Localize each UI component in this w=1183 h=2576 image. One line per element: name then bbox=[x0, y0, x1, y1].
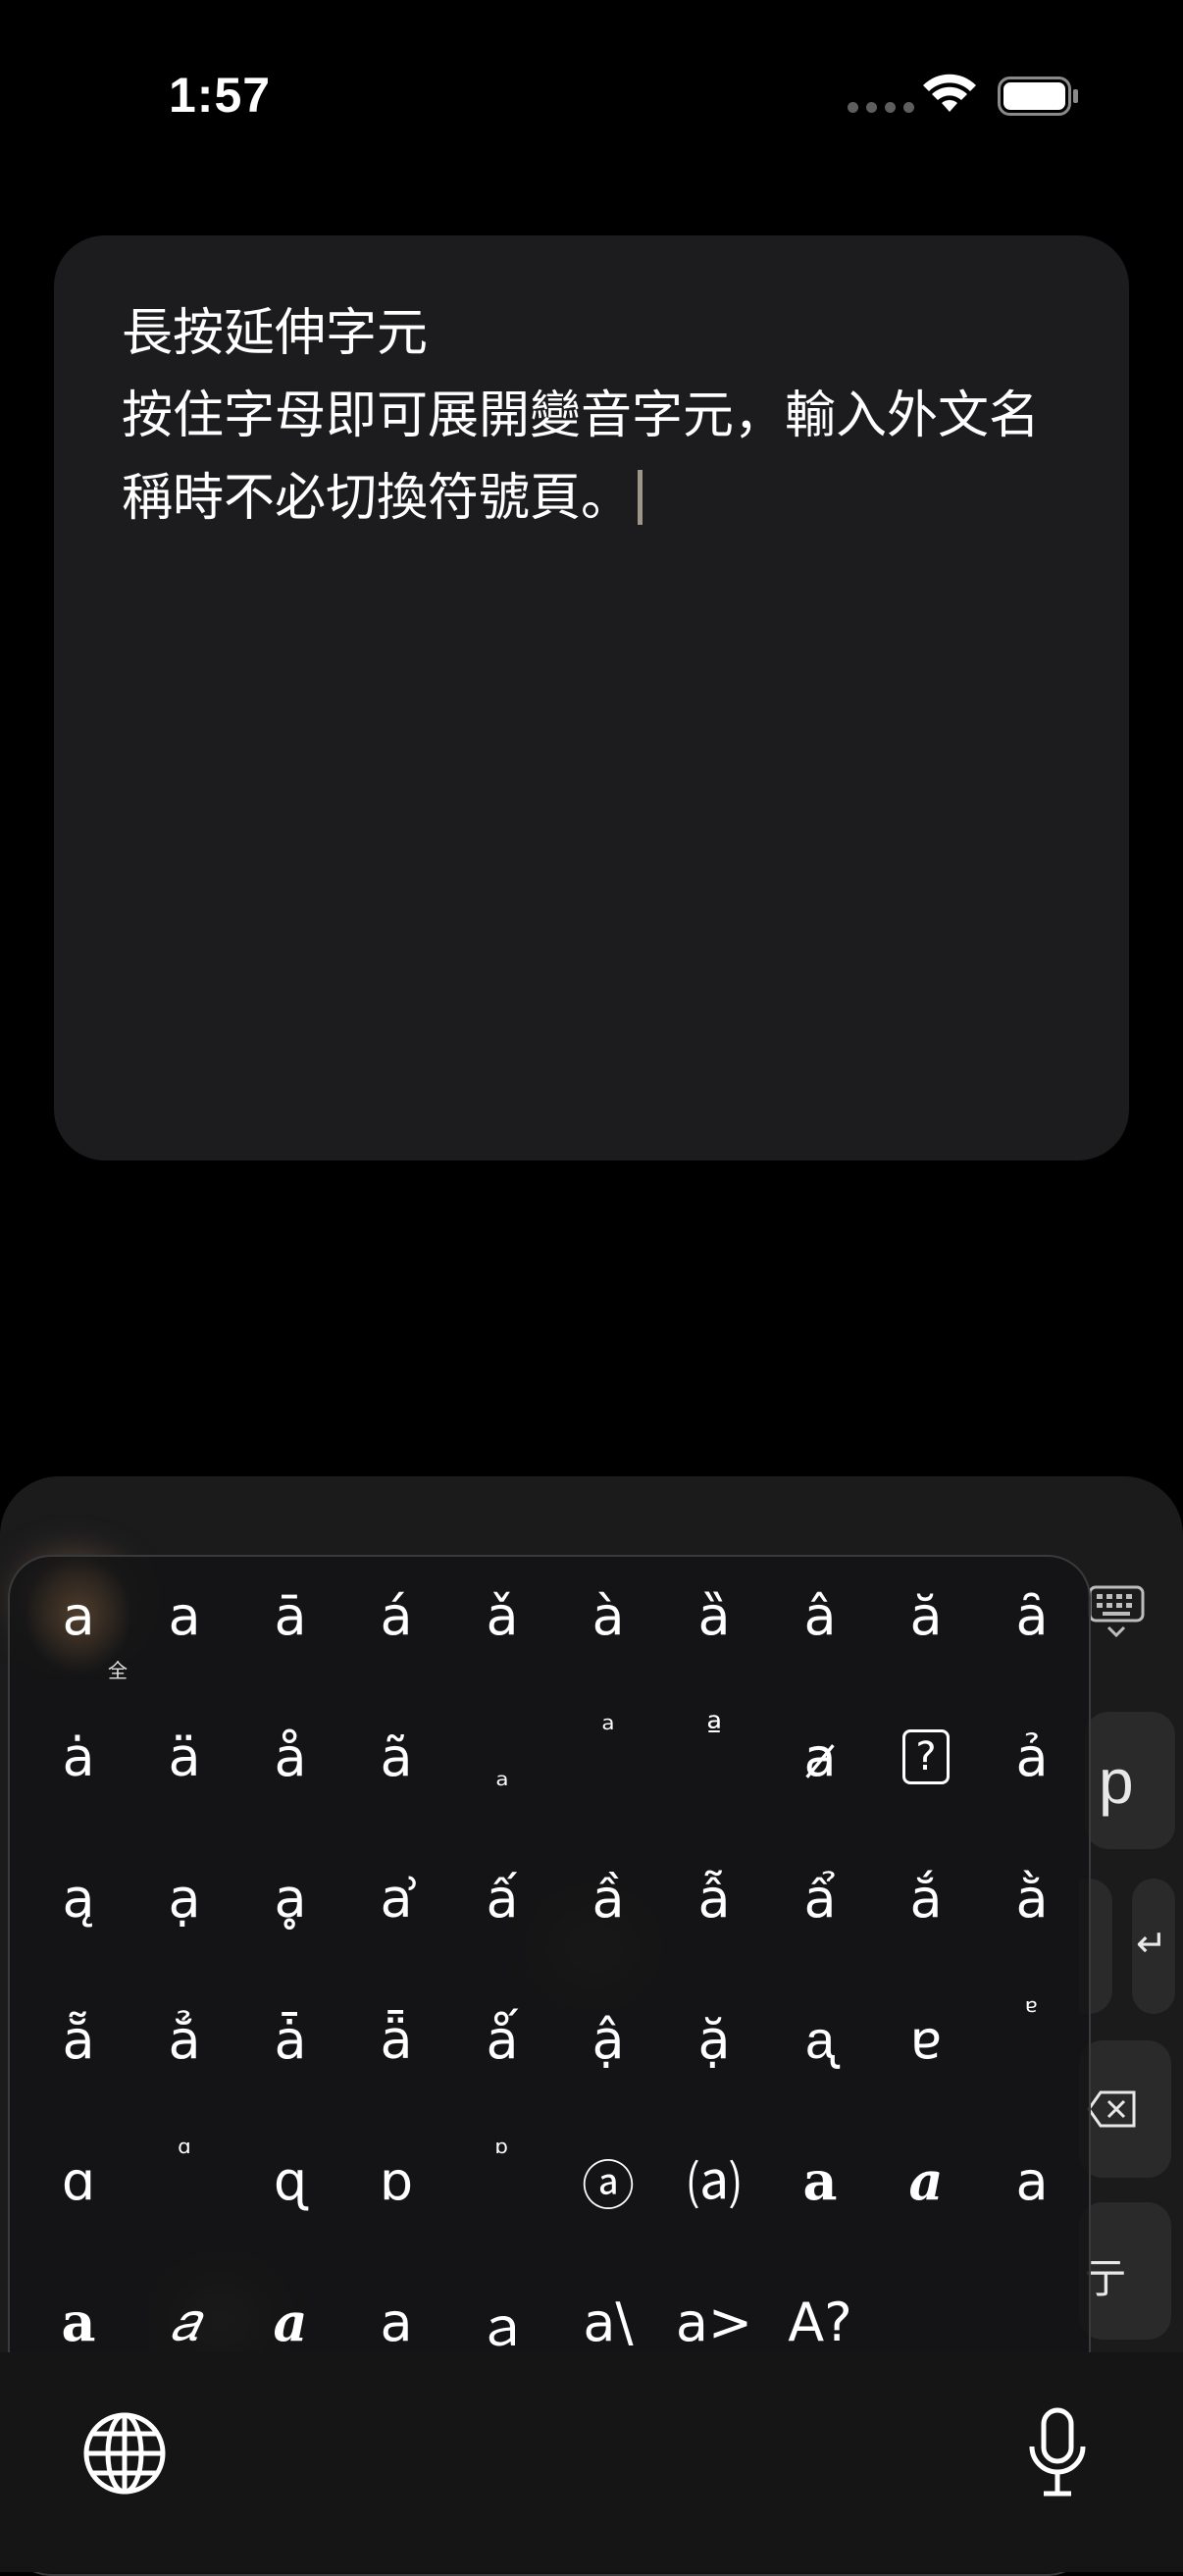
accent-option[interactable]: ḁ bbox=[237, 1839, 343, 1957]
accent-option-subscript[interactable]: ₐ bbox=[449, 1698, 555, 1816]
note-text-content: 長按延伸字元 按住字母即可展開變音字元，輸入外文名稱時不必切換符號頁。 bbox=[122, 304, 1041, 528]
accent-option-parenthesized[interactable]: ⒜ bbox=[661, 2122, 767, 2240]
accent-option[interactable]: ä bbox=[131, 1698, 237, 1816]
accent-option[interactable]: ấ bbox=[449, 1839, 555, 1957]
accent-option-superscript[interactable]: ᵅ bbox=[131, 2122, 237, 2240]
accent-row-3: ą ạ ḁ ẚ ấ ầ ẫ ẩ ắ ằ bbox=[26, 1839, 1089, 1957]
accent-option-ordinal[interactable]: ª bbox=[661, 1698, 767, 1816]
signal-dots-icon bbox=[848, 102, 914, 113]
accent-option[interactable]: ɐ bbox=[873, 1981, 979, 2098]
key-p-label: p bbox=[1099, 1746, 1134, 1817]
accent-row-1: a全 a ā á ǎ à ȁ â ă ȃ bbox=[26, 1557, 1089, 1682]
accent-option[interactable]: ậ bbox=[555, 1981, 661, 2098]
accent-option[interactable]: ẵ bbox=[26, 1981, 131, 2098]
microphone-icon[interactable] bbox=[1026, 2407, 1089, 2498]
wifi-icon bbox=[923, 74, 976, 112]
accent-option[interactable]: ầ bbox=[555, 1839, 661, 1957]
accent-option[interactable]: ȃ bbox=[979, 1557, 1085, 1674]
keyboard-hide-key[interactable] bbox=[1083, 1574, 1183, 1659]
accent-option[interactable]: ẫ bbox=[661, 1839, 767, 1957]
accent-option[interactable]: a bbox=[131, 1557, 237, 1674]
accent-option[interactable]: ằ bbox=[979, 1839, 1085, 1957]
line-key[interactable]: 亍 bbox=[1079, 2202, 1171, 2340]
line-key-label: 亍 bbox=[1085, 2255, 1127, 2301]
return-key[interactable]: ↵ bbox=[1132, 1879, 1175, 2014]
accent-option[interactable]: a bbox=[979, 2122, 1085, 2240]
keyboard-dismiss-icon bbox=[1088, 1585, 1145, 1638]
accent-option-superscript[interactable]: ᶛ bbox=[449, 2122, 555, 2240]
accent-option[interactable]: ắ bbox=[873, 1839, 979, 1957]
accent-option[interactable]: ǡ bbox=[237, 1981, 343, 2098]
accent-option-superscript[interactable]: ᵄ bbox=[979, 1981, 1085, 2098]
note-text: 長按延伸字元 按住字母即可展開變音字元，輸入外文名稱時不必切換符號頁。 bbox=[122, 292, 1063, 540]
accent-option[interactable]: ẚ bbox=[343, 1839, 449, 1957]
accent-option-bold-italic[interactable]: 𝒂 bbox=[873, 2122, 979, 2240]
accent-option[interactable]: ẩ bbox=[767, 1839, 873, 1957]
accent-option-bold[interactable]: 𝐚 bbox=[767, 2122, 873, 2240]
accent-option[interactable]: ả bbox=[979, 1698, 1085, 1816]
accent-option[interactable]: ǟ bbox=[343, 1981, 449, 2098]
accent-option[interactable]: á bbox=[343, 1557, 449, 1674]
accent-option-circled[interactable]: ⓐ bbox=[555, 2122, 661, 2240]
return-icon: ↵ bbox=[1136, 1924, 1167, 1965]
accent-option[interactable]: ã bbox=[343, 1698, 449, 1816]
accent-option[interactable]: ᶏ bbox=[767, 1981, 873, 2098]
accent-option[interactable]: ȧ bbox=[26, 1698, 131, 1816]
circled-glyph: ⓐ bbox=[582, 2154, 635, 2217]
accent-option[interactable]: ⱥ bbox=[767, 1698, 873, 1816]
accent-row-5: ɑ ᵅ ɋ ɒ ᶛ ⓐ ⒜ 𝐚 𝒂 a bbox=[26, 2122, 1089, 2240]
key-p[interactable]: p bbox=[1085, 1712, 1175, 1849]
delete-icon bbox=[1087, 2090, 1136, 2128]
accent-option[interactable]: ặ bbox=[661, 1981, 767, 2098]
note-text-area[interactable]: 長按延伸字元 按住字母即可展開變音字元，輸入外文名稱時不必切換符號頁。 bbox=[54, 235, 1129, 1160]
accent-option[interactable]: ɑ bbox=[26, 2122, 131, 2240]
accent-option[interactable]: â bbox=[767, 1557, 873, 1674]
text-caret bbox=[638, 470, 643, 525]
accent-option[interactable]: ǎ bbox=[449, 1557, 555, 1674]
keyboard-bottom-bar bbox=[0, 2352, 1183, 2572]
status-time: 1:57 bbox=[169, 68, 272, 123]
accent-row-4: ẵ ẳ ǡ ǟ ǻ ậ ặ ᶏ ɐ ᵄ bbox=[26, 1981, 1089, 2098]
accent-option[interactable]: ɋ bbox=[237, 2122, 343, 2240]
accent-option[interactable]: å bbox=[237, 1698, 343, 1816]
accent-option[interactable]: ă bbox=[873, 1557, 979, 1674]
accent-option[interactable]: à bbox=[555, 1557, 661, 1674]
accent-option-superscript[interactable]: ᵃ bbox=[555, 1698, 661, 1816]
accent-option[interactable]: ẳ bbox=[131, 1981, 237, 2098]
accent-option[interactable]: ǻ bbox=[449, 1981, 555, 2098]
delete-key[interactable] bbox=[1079, 2040, 1171, 2178]
accent-option[interactable]: ɒ bbox=[343, 2122, 449, 2240]
battery-icon bbox=[998, 77, 1078, 116]
status-bar: 1:57 bbox=[0, 0, 1183, 196]
accent-option[interactable]: ā bbox=[237, 1557, 343, 1674]
globe-icon[interactable] bbox=[82, 2411, 167, 2496]
accent-option[interactable]: ȁ bbox=[661, 1557, 767, 1674]
accent-option[interactable]: ą bbox=[26, 1839, 131, 1957]
fullwidth-tag: 全 bbox=[108, 1659, 128, 1682]
accent-option[interactable]: ạ bbox=[131, 1839, 237, 1957]
accent-option-missing-glyph[interactable]: ? bbox=[873, 1698, 979, 1816]
accent-row-2: ȧ ä å ã ₐ ᵃ ª ⱥ ? ả bbox=[26, 1698, 1089, 1816]
accent-option-a-fullwidth[interactable]: a全 bbox=[26, 1557, 131, 1682]
